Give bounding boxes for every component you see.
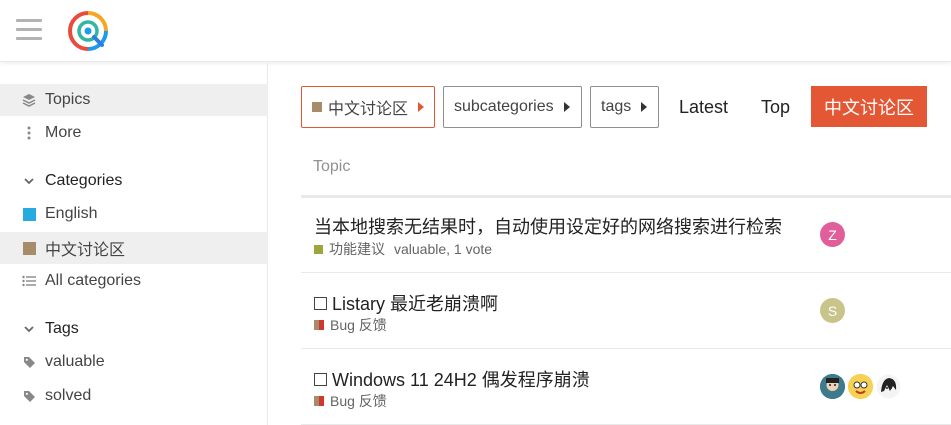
listary-logo[interactable] (64, 7, 112, 55)
subcategories-dropdown-label: subcategories (454, 98, 554, 115)
sidebar-item-label: More (45, 124, 82, 141)
sidebar-item-all-categories[interactable]: All categories (0, 265, 268, 297)
avatar[interactable]: S (820, 298, 845, 323)
topic-title: 当本地搜索无结果时，自动使用设定好的网络搜索进行检索 (314, 217, 782, 237)
nav-latest[interactable]: Latest (679, 86, 728, 128)
avatar[interactable] (848, 374, 873, 399)
chevron-down-icon (18, 325, 40, 333)
nav-top[interactable]: Top (761, 86, 790, 128)
column-header-topic[interactable]: Topic (313, 158, 350, 176)
topic-meta-text[interactable]: valuable, 1 vote (394, 241, 492, 257)
topic-title-link[interactable]: 当本地搜索无结果时，自动使用设定好的网络搜索进行检索 (314, 213, 782, 239)
sidebar-section-categories[interactable]: Categories (0, 165, 268, 197)
sidebar-item-tag-valuable[interactable]: valuable (0, 346, 268, 378)
sidebar-item-more[interactable]: More (0, 117, 268, 149)
sidebar-item-label: Topics (45, 91, 91, 108)
topic-category-link[interactable]: 功能建议 (329, 239, 385, 259)
tags-dropdown[interactable]: tags (590, 86, 659, 128)
tag-icon (18, 390, 40, 403)
layers-icon (18, 93, 40, 107)
new-topic-button[interactable]: 中文讨论区 (811, 86, 927, 127)
sidebar-item-label: All categories (45, 272, 142, 289)
tags-dropdown-label: tags (601, 98, 632, 115)
category-dropdown[interactable]: 中文讨论区 (301, 86, 435, 128)
sidebar-item-chinese[interactable]: 中文讨论区 (0, 232, 268, 264)
site-header (0, 0, 951, 62)
caret-right-icon (563, 102, 570, 112)
sidebar-section-label: Categories (45, 172, 123, 189)
avatar[interactable] (876, 374, 901, 399)
sidebar-item-tag-solved[interactable]: solved (0, 380, 268, 412)
caret-right-icon (641, 102, 648, 112)
topic-meta: 功能建议 valuable, 1 vote (314, 239, 492, 259)
chevron-down-icon (18, 177, 40, 185)
divider (301, 195, 951, 198)
sidebar-item-label: valuable (45, 353, 105, 370)
category-badge-icon (18, 207, 40, 221)
sidebar-item-label: English (45, 205, 98, 222)
checkbox-icon (314, 296, 327, 310)
topic-title: Listary 最近老崩溃啊 (332, 294, 499, 314)
sidebar-item-english[interactable]: English (0, 198, 268, 230)
ellipsis-vertical-icon (18, 126, 40, 140)
category-badge-icon (314, 244, 323, 254)
category-badge-icon (312, 102, 322, 112)
category-dropdown-label: 中文讨论区 (328, 101, 409, 118)
topic-title-link[interactable]: Listary 最近老崩溃啊 (314, 290, 498, 316)
topic-category-link[interactable]: Bug 反馈 (330, 315, 387, 335)
caret-right-icon (418, 102, 424, 112)
list-icon (18, 275, 40, 287)
avatar[interactable] (820, 374, 845, 399)
topic-category-link[interactable]: Bug 反馈 (330, 391, 387, 411)
topic-meta: Bug 反馈 (314, 315, 396, 335)
sidebar-item-label: solved (45, 387, 92, 404)
sidebar-section-tags[interactable]: Tags (0, 313, 268, 345)
hamburger-icon[interactable] (16, 19, 42, 41)
avatar[interactable]: Z (820, 222, 845, 247)
category-badge-icon (314, 396, 324, 406)
tag-icon (18, 356, 40, 369)
divider (301, 348, 951, 349)
topic-title-link[interactable]: Windows 11 24H2 偶发程序崩溃 (314, 366, 590, 392)
sidebar: Topics More Categories English 中文讨论区 All… (0, 63, 268, 425)
sidebar-section-label: Tags (45, 320, 79, 337)
divider (301, 272, 951, 273)
category-badge-icon (18, 241, 40, 255)
subcategories-dropdown[interactable]: subcategories (443, 86, 582, 128)
topic-meta: Bug 反馈 (314, 391, 396, 411)
category-badge-icon (314, 320, 324, 330)
checkbox-icon (314, 372, 327, 386)
sidebar-item-topics[interactable]: Topics (0, 84, 268, 116)
topic-title: Windows 11 24H2 偶发程序崩溃 (332, 370, 590, 390)
sidebar-item-label: 中文讨论区 (45, 242, 126, 259)
